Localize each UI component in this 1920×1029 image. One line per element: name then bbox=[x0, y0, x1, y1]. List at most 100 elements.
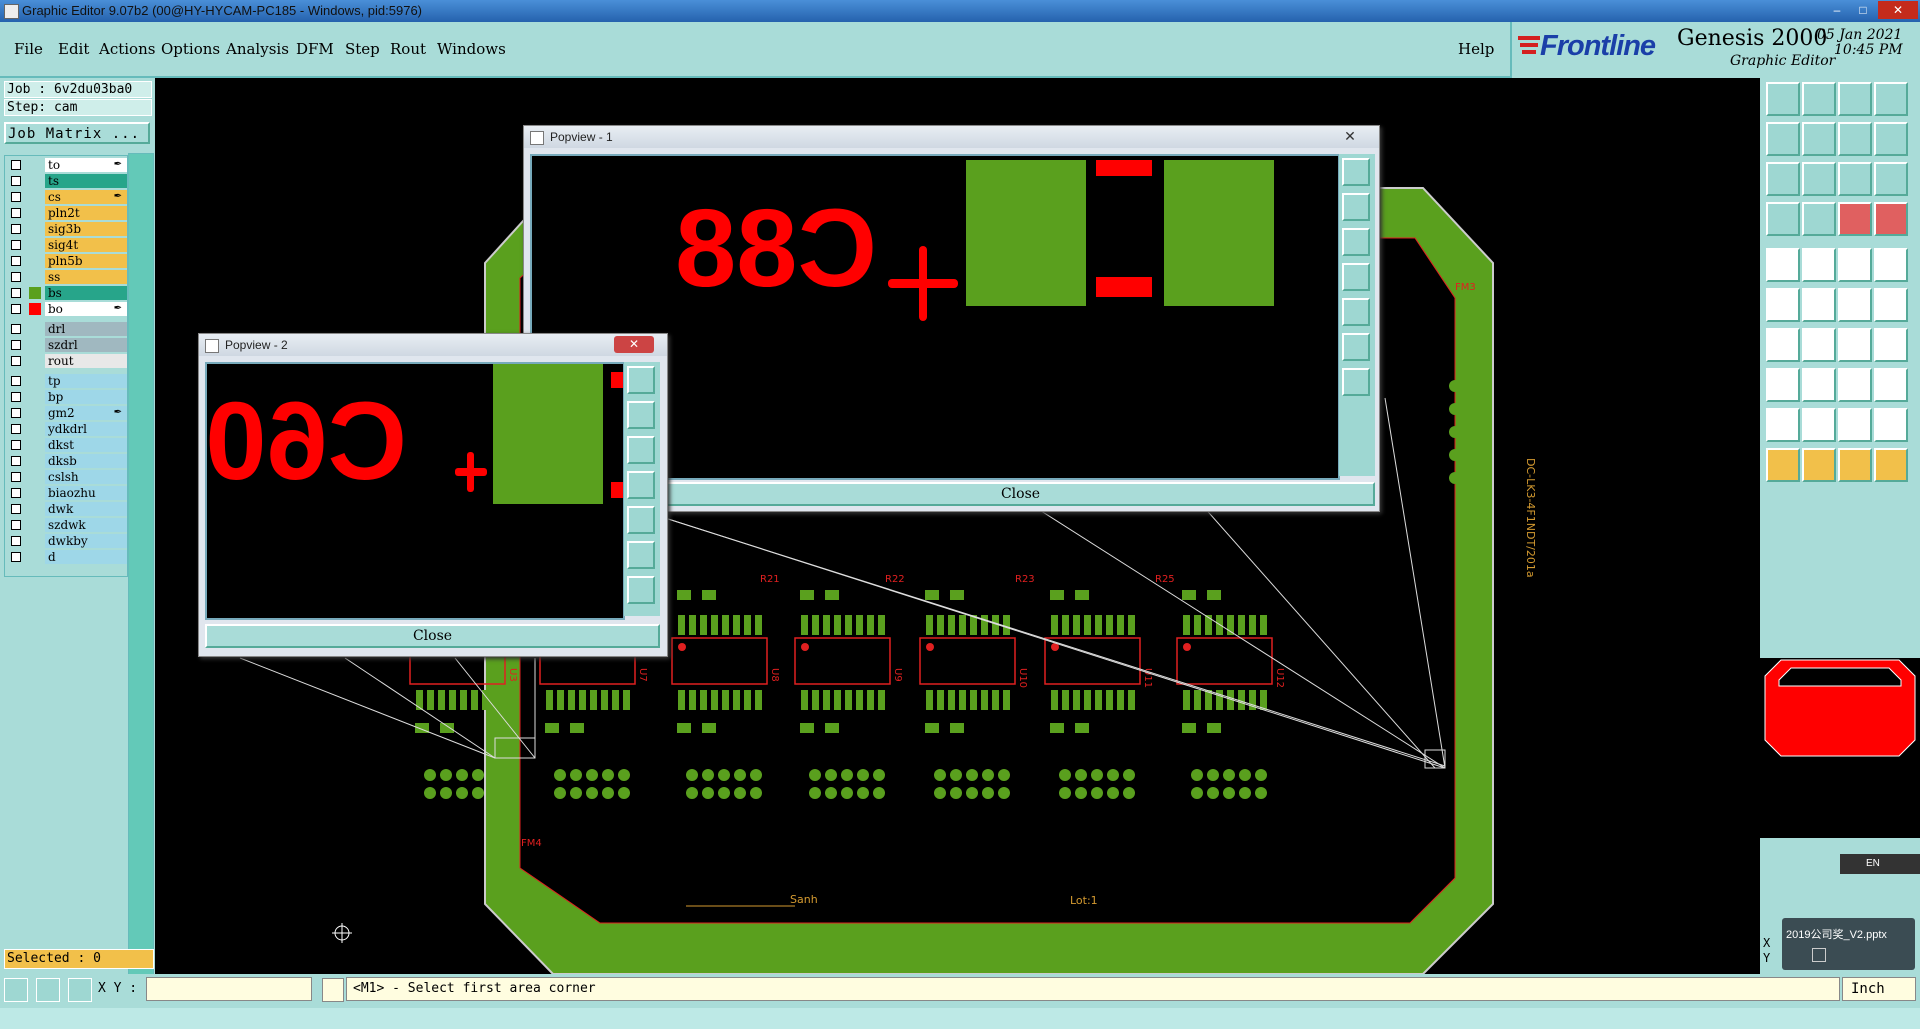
menu-dfm[interactable]: DFM bbox=[296, 40, 334, 58]
layer-name[interactable]: biaozhu bbox=[45, 486, 127, 500]
maximize-icon[interactable]: □ bbox=[1852, 1, 1874, 19]
layer-name[interactable]: dwk bbox=[45, 502, 127, 516]
layer-row-tp[interactable]: tp bbox=[7, 374, 127, 388]
layer-name[interactable]: sig3b bbox=[45, 222, 127, 236]
notification-popup[interactable]: 2019公司奖_V2.pptx bbox=[1782, 918, 1915, 970]
layer-checkbox[interactable] bbox=[11, 160, 21, 170]
snap-center-icon[interactable] bbox=[68, 978, 92, 1002]
measure-icon[interactable] bbox=[1766, 202, 1800, 236]
node-icon[interactable] bbox=[1838, 288, 1872, 322]
layer-row-szdwk[interactable]: szdwk bbox=[7, 518, 127, 532]
layer-color-swatch[interactable] bbox=[29, 223, 41, 235]
job-matrix-button[interactable]: Job Matrix ... bbox=[4, 122, 150, 144]
layer-name[interactable]: ts bbox=[45, 174, 127, 188]
menu-analysis[interactable]: Analysis bbox=[226, 40, 289, 58]
node2-icon[interactable] bbox=[1874, 288, 1908, 322]
layer-color-swatch[interactable] bbox=[29, 355, 41, 367]
popview-pan-left-icon[interactable] bbox=[627, 471, 655, 499]
popview-home-icon[interactable] bbox=[1342, 368, 1370, 396]
layer-checkbox[interactable] bbox=[11, 340, 21, 350]
layer-row-dkst[interactable]: dkst bbox=[7, 438, 127, 452]
select2-icon[interactable] bbox=[1802, 448, 1836, 482]
layer-checkbox[interactable] bbox=[11, 304, 21, 314]
layer-checkbox[interactable] bbox=[11, 472, 21, 482]
layer-name[interactable]: sig4t bbox=[45, 238, 127, 252]
popview-pan-left-icon[interactable] bbox=[1342, 263, 1370, 291]
popview-2-close-button[interactable]: Close bbox=[205, 624, 660, 648]
layer-checkbox[interactable] bbox=[11, 456, 21, 466]
select3-icon[interactable] bbox=[1838, 448, 1872, 482]
popview-zoom-out-icon[interactable] bbox=[627, 436, 655, 464]
home-icon[interactable] bbox=[1838, 82, 1872, 116]
select-icon[interactable] bbox=[1766, 448, 1800, 482]
layer-color-swatch[interactable] bbox=[29, 159, 41, 171]
zoom-center-icon[interactable] bbox=[1802, 162, 1836, 196]
layer-color-swatch[interactable] bbox=[29, 323, 41, 335]
layer-row-d[interactable]: d bbox=[7, 550, 127, 564]
save-icon[interactable] bbox=[1802, 82, 1836, 116]
layer-row-sig4t[interactable]: sig4t bbox=[7, 238, 127, 252]
minus-icon[interactable] bbox=[1802, 368, 1836, 402]
layer-color-swatch[interactable] bbox=[29, 519, 41, 531]
layer-name[interactable]: dwkby bbox=[45, 534, 127, 548]
draw-line2-icon[interactable] bbox=[1802, 328, 1836, 362]
layer-checkbox[interactable] bbox=[11, 288, 21, 298]
layer-name[interactable]: ss bbox=[45, 270, 127, 284]
snap-grid-icon[interactable] bbox=[4, 978, 28, 1002]
layer-color-swatch[interactable] bbox=[29, 471, 41, 483]
layer-row-drl[interactable]: drl bbox=[7, 322, 127, 336]
layer-checkbox[interactable] bbox=[11, 520, 21, 530]
popview-2-titlebar[interactable]: Popview - 2 ✕ bbox=[199, 334, 667, 356]
layer-color-swatch[interactable] bbox=[29, 287, 41, 299]
select4-icon[interactable] bbox=[1874, 448, 1908, 482]
line-add-icon[interactable] bbox=[1802, 248, 1836, 282]
popview-center-icon[interactable] bbox=[1342, 333, 1370, 361]
layer-color-swatch[interactable] bbox=[29, 391, 41, 403]
layer-checkbox[interactable] bbox=[11, 224, 21, 234]
layer-scrollbar[interactable] bbox=[128, 153, 154, 975]
layer-name[interactable]: tp bbox=[45, 374, 127, 388]
popview-zoom-fit-icon[interactable] bbox=[1342, 158, 1370, 186]
popview-pan-right-icon[interactable] bbox=[627, 506, 655, 534]
layer-name[interactable]: dkst bbox=[45, 438, 127, 452]
layer-checkbox[interactable] bbox=[11, 408, 21, 418]
popview-zoom-in-icon[interactable] bbox=[627, 401, 655, 429]
popview-2-view[interactable]: C60 bbox=[205, 362, 625, 620]
minimize-icon[interactable]: – bbox=[1826, 1, 1848, 19]
pan-right-icon[interactable] bbox=[1802, 122, 1836, 156]
layer-checkbox[interactable] bbox=[11, 256, 21, 266]
layer-color-swatch[interactable] bbox=[29, 455, 41, 467]
layer-row-ydkdrl[interactable]: ydkdrl bbox=[7, 422, 127, 436]
new-file-icon[interactable] bbox=[1812, 948, 1826, 962]
pad-add-icon[interactable] bbox=[1766, 248, 1800, 282]
draw-line-icon[interactable] bbox=[1766, 328, 1800, 362]
menu-options[interactable]: Options bbox=[161, 40, 220, 58]
layer-checkbox[interactable] bbox=[11, 324, 21, 334]
ruler-icon[interactable] bbox=[1838, 248, 1872, 282]
layer-checkbox[interactable] bbox=[11, 504, 21, 514]
popview-2-close-icon[interactable]: ✕ bbox=[614, 336, 654, 353]
layer-color-swatch[interactable] bbox=[29, 439, 41, 451]
grid-icon[interactable] bbox=[1802, 202, 1836, 236]
layer-color-swatch[interactable] bbox=[29, 551, 41, 563]
popview-1-close-button[interactable]: Close bbox=[666, 482, 1375, 506]
zoom-fit-icon[interactable] bbox=[1766, 162, 1800, 196]
layer-checkbox[interactable] bbox=[11, 440, 21, 450]
popview-pan-right-icon[interactable] bbox=[1342, 298, 1370, 326]
layer-checkbox[interactable] bbox=[11, 376, 21, 386]
layer-name[interactable]: rout bbox=[45, 354, 127, 368]
layer-color-swatch[interactable] bbox=[29, 503, 41, 515]
menu-step[interactable]: Step bbox=[345, 40, 380, 58]
layer-checkbox[interactable] bbox=[11, 192, 21, 202]
layer-name[interactable]: pln2t bbox=[45, 206, 127, 220]
layer-name[interactable]: pln5b bbox=[45, 254, 127, 268]
popview-center-icon[interactable] bbox=[627, 541, 655, 569]
snap-angle-icon[interactable] bbox=[36, 978, 60, 1002]
layer-row-sig3b[interactable]: sig3b bbox=[7, 222, 127, 236]
popview-home-icon[interactable] bbox=[627, 576, 655, 604]
layer-color-swatch[interactable] bbox=[29, 239, 41, 251]
layer-color-swatch[interactable] bbox=[29, 407, 41, 419]
layer-name[interactable]: bp bbox=[45, 390, 127, 404]
redo-icon[interactable] bbox=[1874, 122, 1908, 156]
cursor-mode-icon[interactable] bbox=[322, 978, 344, 1002]
